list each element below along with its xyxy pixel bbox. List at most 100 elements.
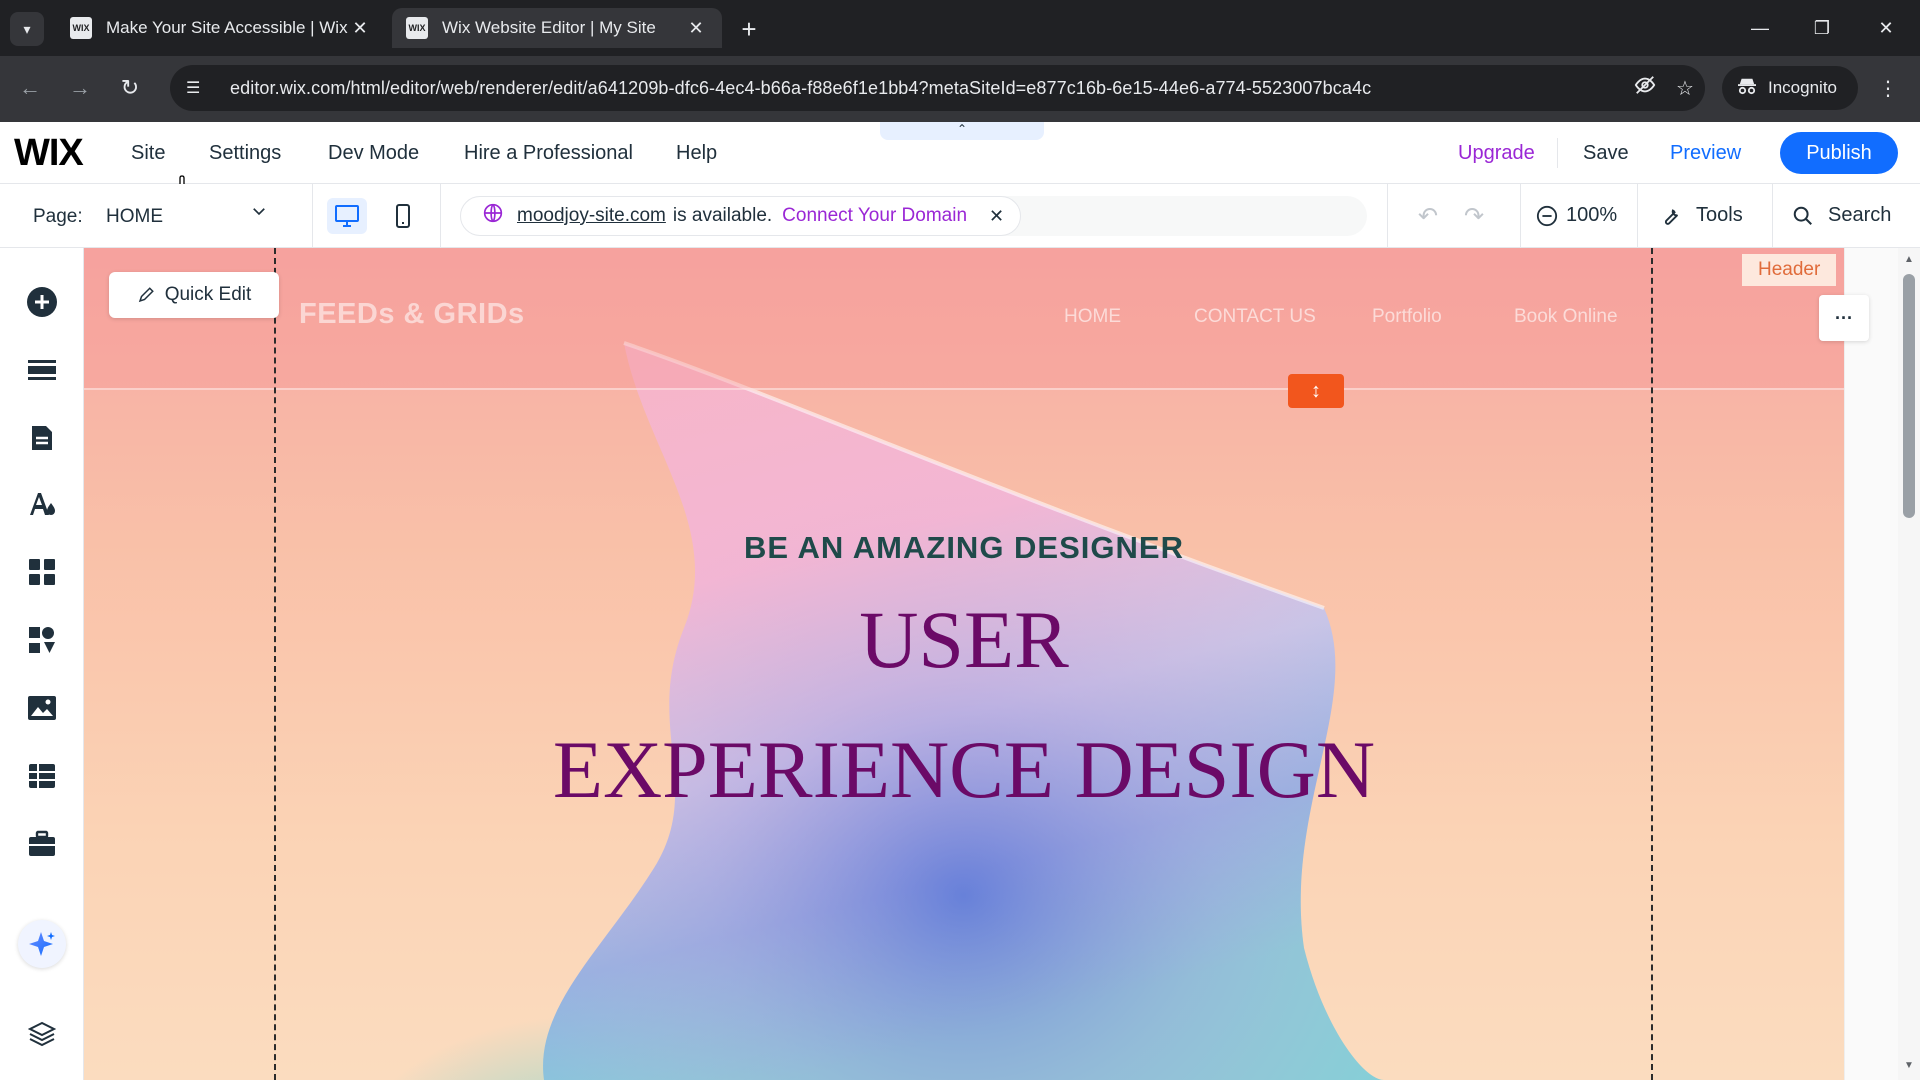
upgrade-link[interactable]: Upgrade	[1458, 142, 1535, 165]
browser-tab-accessibility[interactable]: WIX Make Your Site Accessible | Wix ✕	[56, 8, 386, 48]
scrollbar-thumb[interactable]	[1903, 274, 1915, 518]
portfolio-icon[interactable]	[22, 824, 62, 864]
browser-tab-editor[interactable]: WIX Wix Website Editor | My Site ✕	[392, 8, 722, 48]
site-brand-logo[interactable]: FEEDs & GRIDs	[299, 298, 525, 331]
page-label: Page:	[33, 206, 83, 227]
domain-status-text: is available.	[672, 205, 773, 226]
site-page-preview: FEEDs & GRIDs HOME CONTACT US Portfolio …	[84, 248, 1844, 1080]
mobile-view-button[interactable]	[383, 198, 423, 234]
pages-icon[interactable]	[22, 418, 62, 458]
publish-button[interactable]: Publish	[1780, 132, 1898, 174]
zoom-level: 100%	[1566, 204, 1618, 226]
quick-edit-button[interactable]: Quick Edit	[109, 272, 279, 318]
divider	[1387, 184, 1388, 248]
canvas-right-gutter: ···	[1819, 248, 1898, 1080]
menu-settings[interactable]: Settings	[209, 142, 281, 165]
menu-site[interactable]: Site	[131, 142, 165, 165]
back-icon[interactable]: ←	[12, 70, 48, 106]
business-apps-icon[interactable]	[22, 620, 62, 660]
canvas-scrollbar[interactable]: ▲ ▼	[1898, 248, 1920, 1080]
menu-help[interactable]: Help	[676, 142, 717, 165]
bookmark-star-icon[interactable]: ☆	[1665, 76, 1705, 101]
incognito-label: Incognito	[1768, 78, 1837, 97]
window-close-icon[interactable]: ✕	[1864, 10, 1908, 46]
wix-favicon-icon: WIX	[70, 17, 92, 39]
left-tool-sidebar	[0, 248, 84, 1080]
forward-icon[interactable]: →	[62, 70, 98, 106]
zoom-out-icon	[1536, 205, 1558, 226]
search-button[interactable]: Search	[1792, 204, 1891, 227]
chevron-down-icon[interactable]	[250, 202, 268, 226]
divider	[312, 184, 313, 248]
restore-icon[interactable]: ❐	[1800, 10, 1844, 46]
connect-domain-link[interactable]: Connect Your Domain	[782, 205, 967, 227]
divider	[1520, 184, 1521, 248]
divider	[1772, 184, 1773, 248]
editor-page-bar: Page: HOME moodjoy-site.com is available…	[0, 184, 1920, 248]
preview-button[interactable]: Preview	[1670, 142, 1741, 165]
quick-edit-label: Quick Edit	[164, 284, 252, 305]
add-apps-icon[interactable]	[22, 552, 62, 592]
tools-label: Tools	[1696, 204, 1743, 226]
zoom-control[interactable]: 100%	[1536, 204, 1617, 227]
scroll-down-icon[interactable]: ▼	[1902, 1060, 1916, 1071]
more-actions-button[interactable]: ···	[1819, 295, 1869, 341]
domain-availability-pill: moodjoy-site.com is available. Connect Y…	[460, 196, 1022, 236]
add-elements-icon[interactable]	[22, 282, 62, 322]
hero-kicker-text[interactable]: BE AN AMAZING DESIGNER	[84, 530, 1844, 566]
new-tab-button[interactable]: +	[732, 12, 766, 46]
divider	[1637, 184, 1638, 248]
minimize-icon[interactable]: —	[1738, 10, 1782, 46]
page-selector[interactable]: HOME	[106, 206, 163, 228]
browser-tab-strip: ▾ WIX Make Your Site Accessible | Wix ✕ …	[0, 0, 1920, 56]
add-section-icon[interactable]	[22, 350, 62, 390]
editor-canvas[interactable]: FEEDs & GRIDs HOME CONTACT US Portfolio …	[84, 248, 1844, 1080]
site-nav-contact[interactable]: CONTACT US	[1194, 306, 1316, 328]
search-icon	[1793, 206, 1812, 225]
incognito-badge[interactable]: Incognito	[1722, 66, 1858, 110]
resize-handle-icon[interactable]: ↕	[1288, 374, 1344, 408]
wix-favicon-icon: WIX	[406, 17, 428, 39]
collapse-toolbar-icon[interactable]: ⌃	[880, 122, 1044, 140]
wix-top-bar: WIX Site Settings Dev Mode Hire a Profes…	[0, 122, 1920, 203]
tools-icon	[1664, 208, 1679, 225]
tab-title: Wix Website Editor | My Site	[442, 18, 656, 37]
divider	[440, 184, 441, 248]
ai-assistant-icon[interactable]	[18, 920, 66, 968]
domain-name-link[interactable]: moodjoy-site.com	[517, 205, 666, 227]
tab-close-icon[interactable]: ✕	[684, 18, 708, 39]
browser-menu-icon[interactable]: ⋮	[1872, 72, 1904, 104]
site-nav-portfolio[interactable]: Portfolio	[1372, 306, 1442, 328]
address-bar[interactable]: ☰ editor.wix.com/html/editor/web/rendere…	[170, 65, 1705, 111]
cms-table-icon[interactable]	[22, 756, 62, 796]
tab-search-button[interactable]: ▾	[10, 12, 44, 46]
undo-icon[interactable]: ↶	[1418, 202, 1438, 231]
tools-button[interactable]: Tools	[1660, 204, 1743, 227]
hero-headline-line1[interactable]: USER	[84, 593, 1844, 687]
site-design-icon[interactable]	[22, 484, 62, 524]
incognito-icon	[1736, 77, 1758, 100]
menu-hire-professional[interactable]: Hire a Professional	[464, 142, 633, 165]
wix-logo[interactable]: WIX	[14, 132, 84, 175]
layers-icon[interactable]	[22, 1014, 62, 1054]
reload-icon[interactable]: ↻	[112, 70, 148, 106]
header-section-tag[interactable]: Header	[1742, 254, 1837, 286]
site-info-icon[interactable]: ☰	[186, 78, 212, 98]
hero-headline-line2[interactable]: EXPERIENCE DESIGN	[84, 723, 1844, 817]
tracking-protection-icon[interactable]	[1625, 74, 1665, 102]
browser-toolbar: ← → ↻ ☰ editor.wix.com/html/editor/web/r…	[0, 56, 1920, 122]
scroll-up-icon[interactable]: ▲	[1902, 254, 1916, 265]
desktop-icon	[335, 205, 359, 227]
close-icon[interactable]: ✕	[989, 206, 1004, 227]
site-nav-book-online[interactable]: Book Online	[1514, 306, 1618, 328]
redo-icon[interactable]: ↷	[1464, 202, 1484, 231]
save-button[interactable]: Save	[1583, 142, 1629, 165]
desktop-view-button[interactable]	[327, 198, 367, 234]
url-text[interactable]: editor.wix.com/html/editor/web/renderer/…	[230, 78, 1625, 99]
site-nav-home[interactable]: HOME	[1064, 306, 1121, 328]
search-label: Search	[1828, 204, 1892, 226]
mobile-icon	[396, 204, 410, 228]
media-icon[interactable]	[22, 688, 62, 728]
tab-close-icon[interactable]: ✕	[348, 18, 372, 39]
menu-dev-mode[interactable]: Dev Mode	[328, 142, 419, 165]
